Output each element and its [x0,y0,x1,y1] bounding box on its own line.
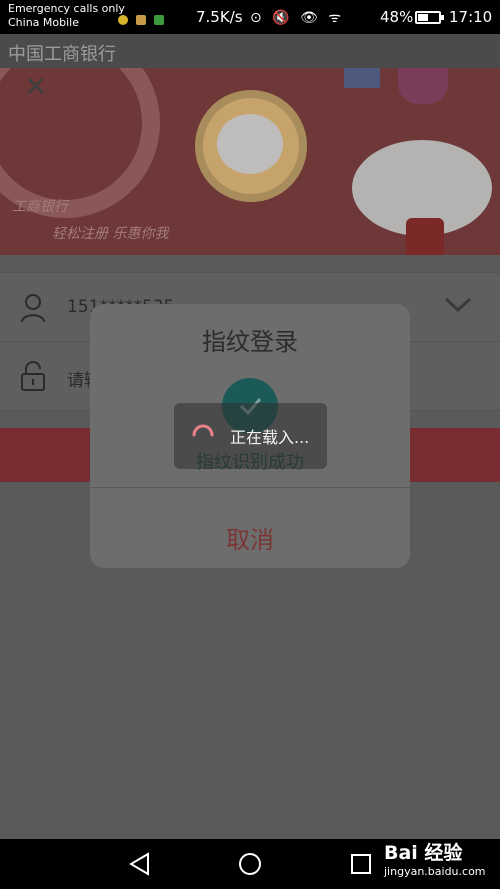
recent-apps-icon[interactable] [350,853,372,875]
notification-icon [118,15,128,25]
banner-slogan-1: 工商银行 [12,199,68,215]
loading-toast: 正在载入... [174,403,327,469]
battery-icon [415,11,444,24]
app-title: 中国工商银行 [8,44,116,65]
dialog-title: 指纹登录 [202,328,298,356]
status-icons: ⊙ 🔇 👁 ᯤ [250,10,345,26]
notification-icon [136,15,146,25]
promo-banner[interactable]: ✕ 工商银行 轻松注册 乐惠你我 [0,68,500,255]
dialog-divider [90,487,410,488]
notification-icons [118,10,172,29]
watermark-main: Bai 经验 [384,842,463,864]
banner-slogan-2: 轻松注册 乐惠你我 [52,226,169,242]
home-icon[interactable] [238,852,262,876]
lock-icon [21,361,45,391]
status-bar: Emergency calls only China Mobile 7.5K/s… [0,0,500,34]
app-header: 中国工商银行 [0,34,500,68]
chevron-down-icon[interactable] [444,297,472,313]
system-nav-bar: Bai 经验 jingyan.baidu.com [0,839,500,889]
loading-text: 正在载入... [230,428,310,447]
cancel-button[interactable]: 取消 [90,520,410,555]
lantern-icon [398,68,448,104]
network-speed: 7.5K/s [196,8,243,26]
carrier-line-1: Emergency calls only [8,2,125,15]
watermark-url: jingyan.baidu.com [384,865,486,878]
loading-spinner-icon [192,424,214,437]
back-icon[interactable] [128,852,150,876]
carrier-line-2: China Mobile [8,16,80,29]
user-icon [21,294,45,323]
mascot-body [406,218,444,255]
baidu-jingyan-watermark: Bai 经验 jingyan.baidu.com [384,841,486,879]
elephant-face-icon [217,114,283,174]
close-icon[interactable]: ✕ [24,70,47,103]
battery-percent: 48% [380,8,414,26]
lantern-icon [344,68,380,88]
notification-icon [154,15,164,25]
clock: 17:10 [449,8,493,26]
carrier-info: Emergency calls only China Mobile [8,2,125,30]
mascot-avatar [195,90,307,202]
